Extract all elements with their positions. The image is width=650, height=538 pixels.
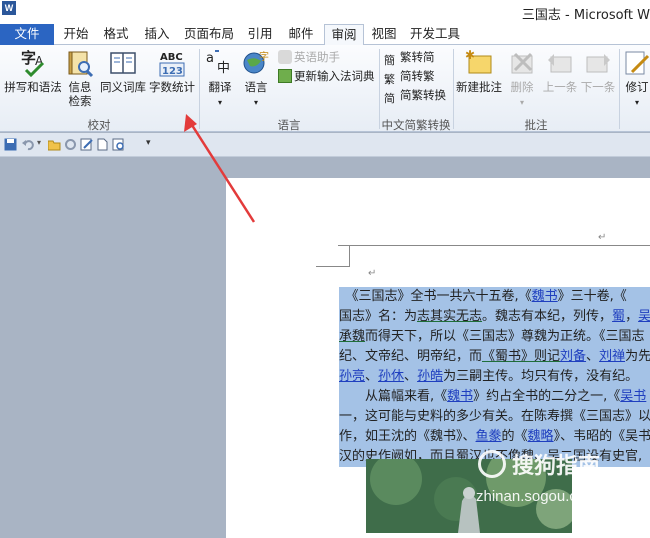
annotation-arrow — [184, 114, 256, 223]
arrow-shaft — [188, 121, 256, 223]
